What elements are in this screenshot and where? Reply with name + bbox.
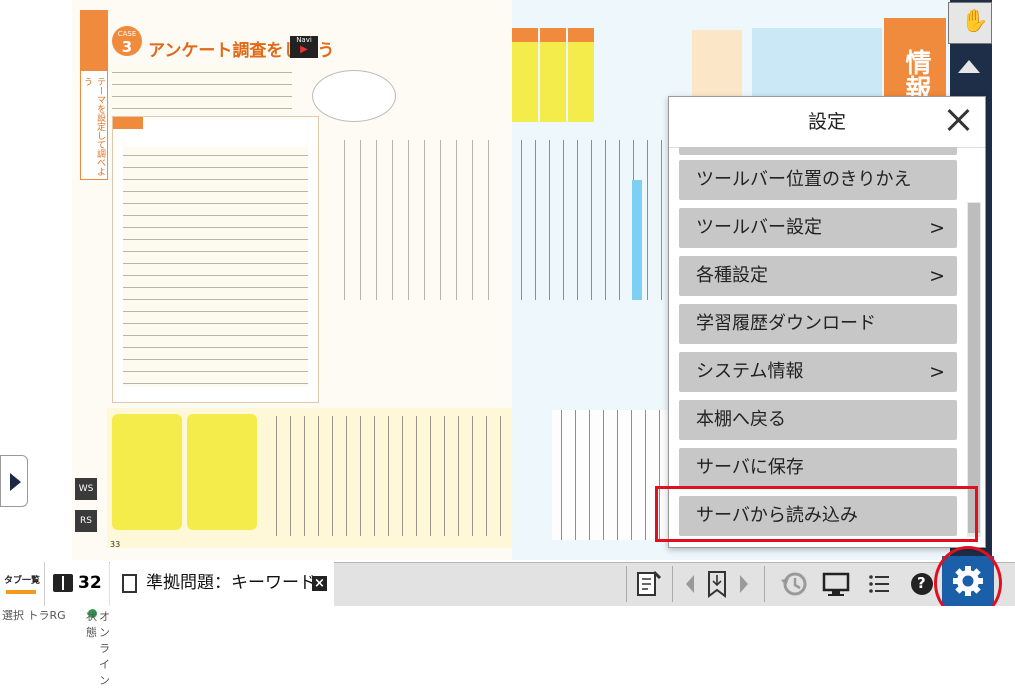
prev-bookmark-button[interactable]: [680, 562, 700, 606]
chevron-right-icon: >: [929, 361, 945, 383]
toolbar-divider: [764, 566, 765, 602]
tab-document[interactable]: 準拠問題：キーワード: [110, 562, 334, 606]
document-icon: [122, 574, 137, 593]
hand-tool-button[interactable]: ✋: [948, 2, 992, 44]
settings-title: 設定: [669, 97, 985, 148]
page-number: 33: [110, 540, 121, 549]
tip-card-1: [112, 414, 182, 530]
status-state-label: 状態: [86, 610, 97, 639]
menu-item-scrolled: [679, 147, 957, 155]
case-label: CASE: [117, 30, 137, 38]
bookmark-button[interactable]: [702, 562, 732, 606]
step-head-1: [568, 28, 594, 42]
menu-item-various-settings[interactable]: 各種設定 >: [679, 256, 957, 296]
speech-bubble: [312, 70, 396, 122]
chevron-right-icon: >: [929, 217, 945, 239]
tab-list-label: タブ一覧: [3, 576, 40, 586]
status-bar: 選択 トラRG 状態 オンライン: [0, 606, 1015, 687]
chevron-left-icon: [686, 575, 694, 593]
toolbar-divider: [672, 566, 673, 602]
questionnaire-text: [123, 147, 308, 387]
tip-card-2: [187, 414, 257, 530]
book-icon: [53, 574, 73, 592]
step-col-1: [568, 42, 594, 122]
example-questionnaire: [112, 116, 319, 403]
memo-icon: [637, 570, 662, 596]
left-notes-text: [112, 64, 292, 114]
rail-collapse-up-icon[interactable]: [958, 60, 980, 73]
tab-page[interactable]: 32: [44, 562, 109, 606]
status-left: 選択 トラRG: [2, 609, 66, 622]
history-icon: [781, 572, 807, 596]
highlight-box-load-from-server: [655, 486, 978, 542]
menu-item-label: サーバに保存: [696, 457, 804, 478]
menu-item-label: システム情報: [696, 361, 804, 382]
menu-item-history-download[interactable]: 学習履歴ダウンロード: [679, 304, 957, 344]
list-icon: [869, 575, 889, 593]
tab-document-label: 準拠問題：キーワード: [146, 573, 316, 593]
chevron-right-icon: >: [929, 265, 945, 287]
toolbar-divider: [626, 566, 627, 602]
reading-sheet-icon[interactable]: RS: [75, 510, 97, 532]
blue-highlight: [632, 180, 642, 300]
status-state-value: オンライン: [99, 610, 110, 687]
close-icon[interactable]: [943, 105, 973, 135]
menu-item-label: ツールバー設定: [696, 217, 822, 238]
tips-strip: [107, 408, 512, 548]
monitor-icon: [822, 572, 850, 596]
tab-close-button[interactable]: ×: [312, 576, 327, 591]
menu-item-label: 各種設定: [696, 265, 768, 286]
vertical-body-text: [334, 140, 504, 300]
menu-item-label: 本棚へ戻る: [696, 409, 786, 430]
section-tab: テーマを設定して調べよう: [80, 70, 108, 180]
list-menu-button[interactable]: [862, 562, 896, 606]
step-head-2: [540, 28, 566, 42]
status-state: 状態 オンライン: [86, 607, 110, 687]
points-text: [267, 416, 507, 536]
current-page-number: 32: [78, 573, 102, 593]
prev-page-button[interactable]: [0, 455, 28, 507]
case-badge: CASE 3: [112, 26, 142, 56]
bookmark-icon: [708, 571, 726, 598]
left-page: テーマを設定して調べよう CASE 3 アンケート調査をしよう Navi ▶ 3…: [72, 0, 512, 560]
step-head-3: [512, 28, 538, 42]
help-glyph: ?: [917, 574, 926, 592]
menu-scrollbar-thumb[interactable]: [968, 203, 980, 533]
worksheet-icon[interactable]: WS: [75, 478, 97, 500]
next-bookmark-button[interactable]: [734, 562, 754, 606]
chevron-right-icon: [740, 575, 748, 593]
hand-icon: ✋: [961, 9, 989, 34]
chevron-left-icon: [10, 473, 21, 491]
example-label: [113, 117, 143, 129]
menu-item-label: 学習履歴ダウンロード: [696, 313, 876, 334]
navi-video-button[interactable]: Navi ▶: [290, 36, 318, 58]
menu-item-toolbar-settings[interactable]: ツールバー設定 >: [679, 208, 957, 248]
play-icon: ▶: [300, 44, 308, 55]
memo-button[interactable]: [632, 562, 664, 606]
menu-item-system-info[interactable]: システム情報 >: [679, 352, 957, 392]
step-col-2: [540, 42, 566, 122]
step-col-3: [512, 42, 538, 122]
menu-item-back-to-bookshelf[interactable]: 本棚へ戻る: [679, 400, 957, 440]
navi-label: Navi: [296, 36, 312, 44]
menu-item-label: ツールバー位置のきりかえ: [696, 169, 912, 190]
case-number: 3: [121, 38, 133, 56]
tab-list-indicator: [6, 590, 36, 594]
history-button[interactable]: [776, 562, 812, 606]
menu-item-toolbar-position[interactable]: ツールバー位置のきりかえ: [679, 160, 957, 200]
settings-dialog: 設定 ツールバー位置のきりかえ ツールバー設定 > 各種設定 > 学習履歴ダウン…: [668, 96, 986, 548]
display-mode-button[interactable]: [818, 562, 854, 606]
menu-item-save-to-server[interactable]: サーバに保存: [679, 448, 957, 488]
tab-list-button[interactable]: タブ一覧: [0, 562, 44, 606]
